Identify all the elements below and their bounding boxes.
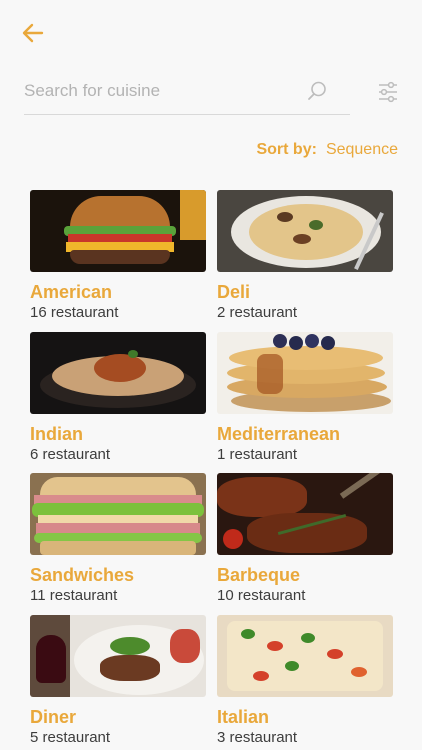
cuisine-image-grilled-steak	[217, 473, 393, 555]
search-bar	[24, 70, 350, 115]
cuisine-card-indian[interactable]: Indian 6 restaurant	[30, 332, 206, 464]
cuisine-image-pasta	[217, 190, 393, 272]
sliders-icon	[379, 81, 397, 103]
cuisine-restaurant-count: 6 restaurant	[30, 446, 111, 463]
cuisine-name: Deli	[217, 282, 251, 302]
search-input[interactable]	[24, 76, 294, 106]
cuisine-name: Barbeque	[217, 565, 301, 585]
cuisine-restaurant-count: 10 restaurant	[217, 587, 306, 604]
cuisine-name: Diner	[30, 707, 77, 727]
cuisine-image-burger	[30, 190, 206, 272]
search-icon[interactable]	[306, 80, 328, 102]
cuisine-card-deli[interactable]: Deli 2 restaurant	[217, 190, 393, 322]
arrow-left-icon	[22, 23, 44, 43]
cuisine-image-lasagna	[217, 615, 393, 697]
cuisine-card-american[interactable]: American 16 restaurant	[30, 190, 206, 322]
sort-control: Sort by: Sequence	[256, 140, 398, 160]
filter-button[interactable]	[377, 81, 399, 103]
sort-dropdown[interactable]: Sequence	[326, 141, 398, 159]
cuisine-name: Indian	[30, 424, 83, 444]
cuisine-name: Mediterranean	[217, 424, 341, 444]
cuisine-restaurant-count: 2 restaurant	[217, 304, 298, 321]
back-button[interactable]	[20, 20, 46, 46]
cuisine-name: American	[30, 282, 113, 302]
cuisine-image-sandwich	[30, 473, 206, 555]
cuisine-restaurant-count: 5 restaurant	[30, 729, 111, 746]
cuisine-card-italian[interactable]: Italian 3 restaurant	[217, 615, 393, 747]
cuisine-name: Italian	[217, 707, 270, 727]
cuisine-image-biryani	[30, 332, 206, 414]
cuisine-card-barbeque[interactable]: Barbeque 10 restaurant	[217, 473, 393, 605]
cuisine-image-steak-salad	[30, 615, 206, 697]
cuisine-card-sandwiches[interactable]: Sandwiches 11 restaurant	[30, 473, 206, 605]
cuisine-restaurant-count: 3 restaurant	[217, 729, 298, 746]
sort-label: Sort by:	[256, 141, 317, 158]
cuisine-name: Sandwiches	[30, 565, 135, 585]
cuisine-restaurant-count: 16 restaurant	[30, 304, 119, 321]
cuisine-restaurant-count: 1 restaurant	[217, 446, 298, 463]
cuisine-image-pancakes	[217, 332, 393, 414]
cuisine-card-mediterranean[interactable]: Mediterranean 1 restaurant	[217, 332, 393, 464]
cuisine-restaurant-count: 11 restaurant	[30, 587, 118, 604]
cuisine-card-diner[interactable]: Diner 5 restaurant	[30, 615, 206, 747]
